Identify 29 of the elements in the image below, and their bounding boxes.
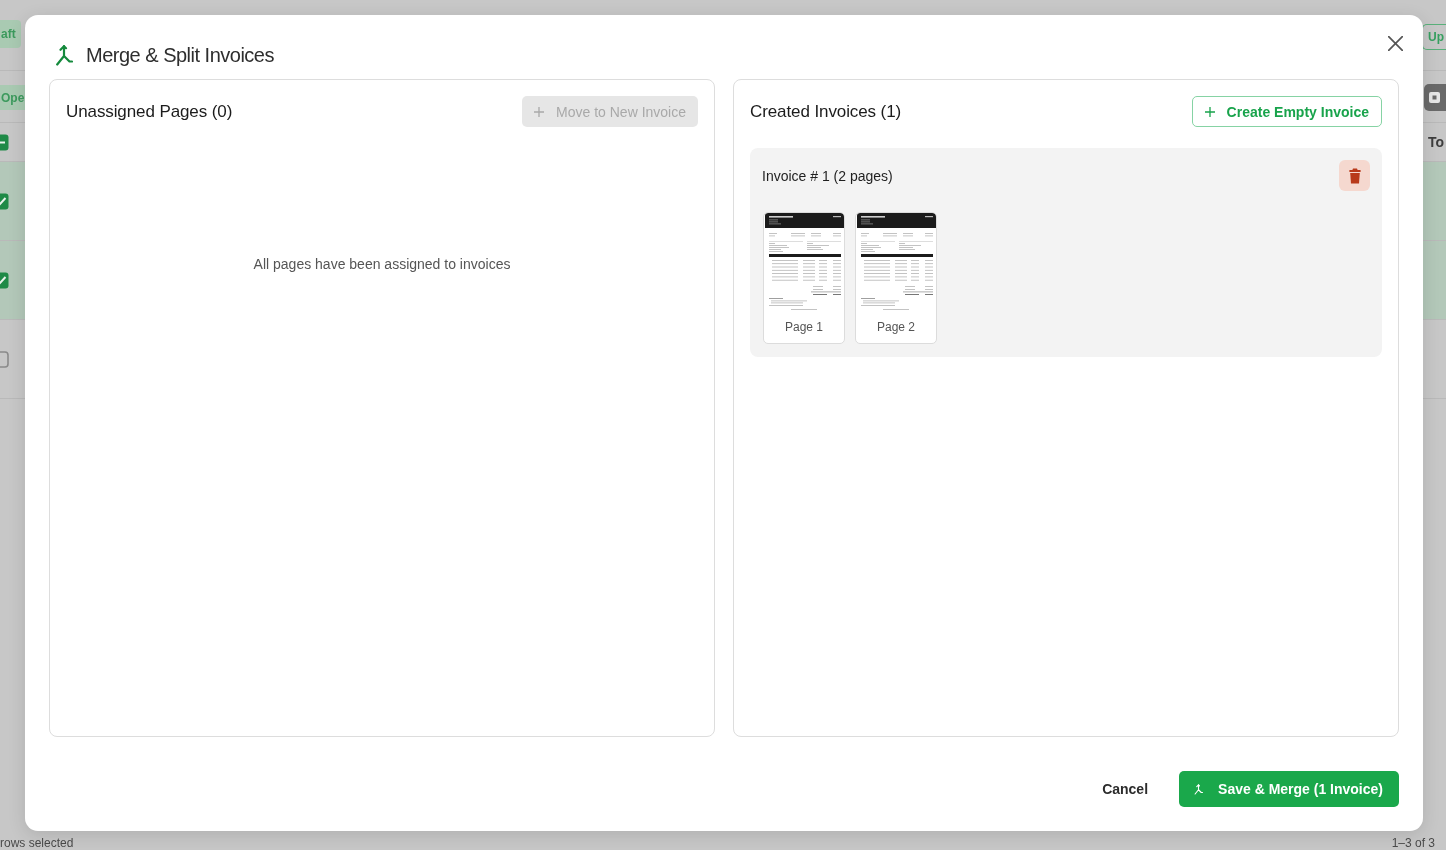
page-thumbnail[interactable]: Page 1 [763, 212, 845, 344]
square-icon [1429, 92, 1440, 103]
dialog-title: Merge & Split Invoices [86, 43, 274, 67]
pagination-text: 1–3 of 3 [1391, 837, 1435, 850]
page-label: Page 1 [784, 320, 823, 334]
cancel-button[interactable]: Cancel [1090, 775, 1161, 803]
create-empty-invoice-button[interactable]: Create Empty Invoice [1191, 96, 1382, 127]
panel-title: Unassigned Pages (0) [66, 101, 233, 122]
close-icon [1387, 35, 1403, 51]
plus-icon [534, 106, 545, 117]
column-header: To [1427, 134, 1444, 150]
merge-icon [1194, 783, 1204, 795]
trash-icon [1348, 167, 1361, 184]
row-checkbox[interactable] [0, 271, 9, 289]
empty-message: All pages have been assigned to invoices [253, 256, 511, 272]
page-label: Page 2 [876, 320, 915, 334]
page-thumbnail[interactable]: Page 2 [855, 212, 937, 344]
selection-count: rows selected [0, 837, 74, 850]
merge-icon [55, 44, 73, 66]
panel-title: Created Invoices (1) [750, 101, 902, 122]
invoice-title: Invoice # 1 (2 pages) [762, 167, 893, 184]
icon-button[interactable] [1424, 84, 1446, 111]
row-checkbox[interactable] [0, 192, 9, 210]
delete-button[interactable] [1339, 160, 1370, 191]
save-merge-button[interactable]: Save & Merge (1 Invoice) [1179, 771, 1399, 807]
plus-icon [1204, 106, 1215, 117]
status-chip[interactable]: aft [0, 20, 21, 48]
select-all-checkbox[interactable] [0, 133, 9, 151]
row-checkbox[interactable] [0, 350, 9, 368]
